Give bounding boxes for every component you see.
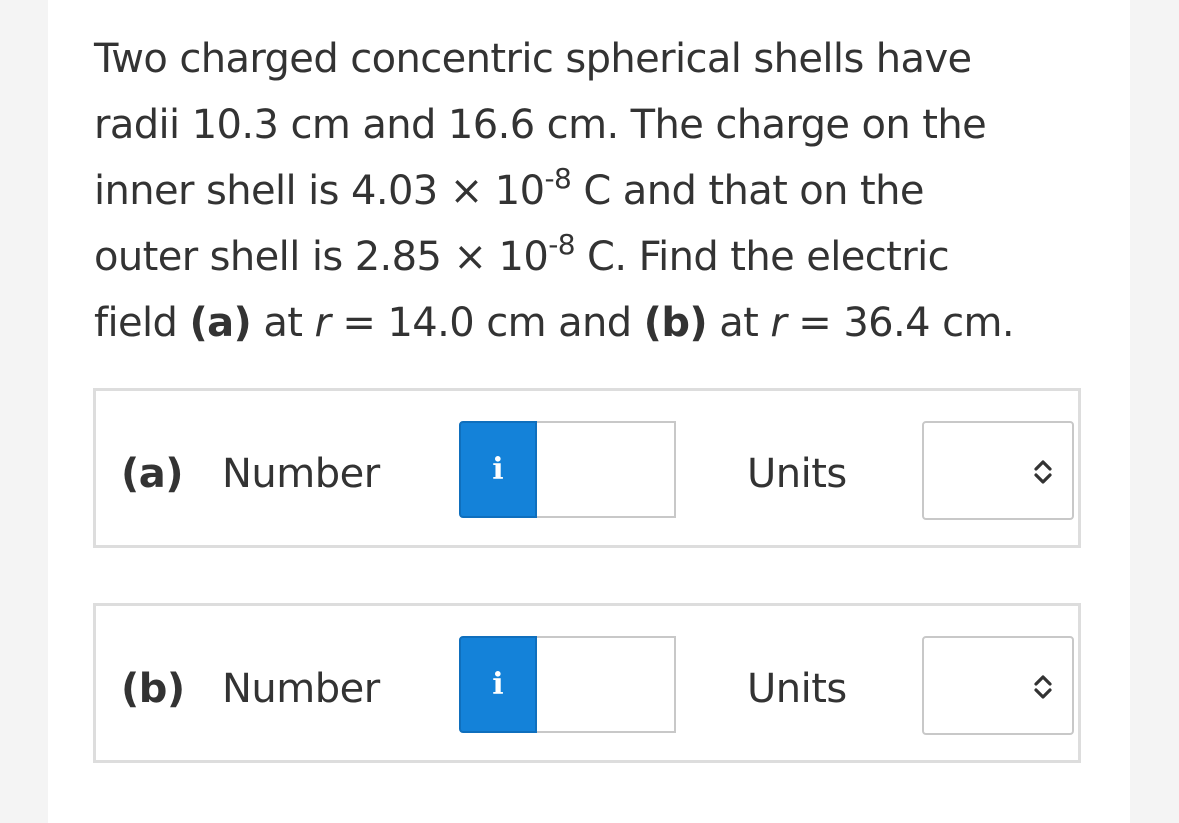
part-b-ref: (b) [643,300,708,346]
question-line-3: inner shell is 4.03 × 10 [94,168,545,214]
info-icon[interactable]: i [459,421,537,518]
radius-var-1: r [314,300,331,346]
units-select-b[interactable] [922,636,1074,735]
question-line-2: radii 10.3 cm and 16.6 cm. The charge on… [94,102,987,148]
question-text: Two charged concentric spherical shells … [94,26,1084,356]
number-label-b: Number [222,666,380,712]
up-down-chevron-icon [1034,460,1052,484]
radius-var-2: r [770,300,787,346]
number-input-b[interactable] [537,636,676,733]
part-letter-b: (b) [121,666,185,712]
units-label-b: Units [747,666,847,712]
radius-value-1: = 14.0 cm and [330,300,644,346]
question-line-5-start: field [94,300,190,346]
units-select-a[interactable] [922,421,1074,520]
question-at-1: at [251,300,315,346]
question-card: Two charged concentric spherical shells … [48,0,1130,823]
units-label-a: Units [747,451,847,497]
question-line-4-end: C. Find the electric [574,234,950,280]
number-input-a[interactable] [537,421,676,518]
part-letter-a: (a) [121,451,184,497]
exponent-outer: -8 [548,228,575,261]
question-line-4: outer shell is 2.85 × 10 [94,234,549,280]
question-line-3-end: C and that on the [571,168,924,214]
answer-row-a: (a) Number i Units [93,388,1081,548]
number-label-a: Number [222,451,380,497]
up-down-chevron-icon [1034,675,1052,699]
exponent-inner: -8 [544,162,572,195]
info-icon[interactable]: i [459,636,537,733]
radius-value-2: = 36.4 cm. [786,300,1014,346]
answer-row-b: (b) Number i Units [93,603,1081,763]
part-a-ref: (a) [189,300,252,346]
question-at-2: at [707,300,771,346]
question-line-1: Two charged concentric spherical shells … [94,36,972,82]
